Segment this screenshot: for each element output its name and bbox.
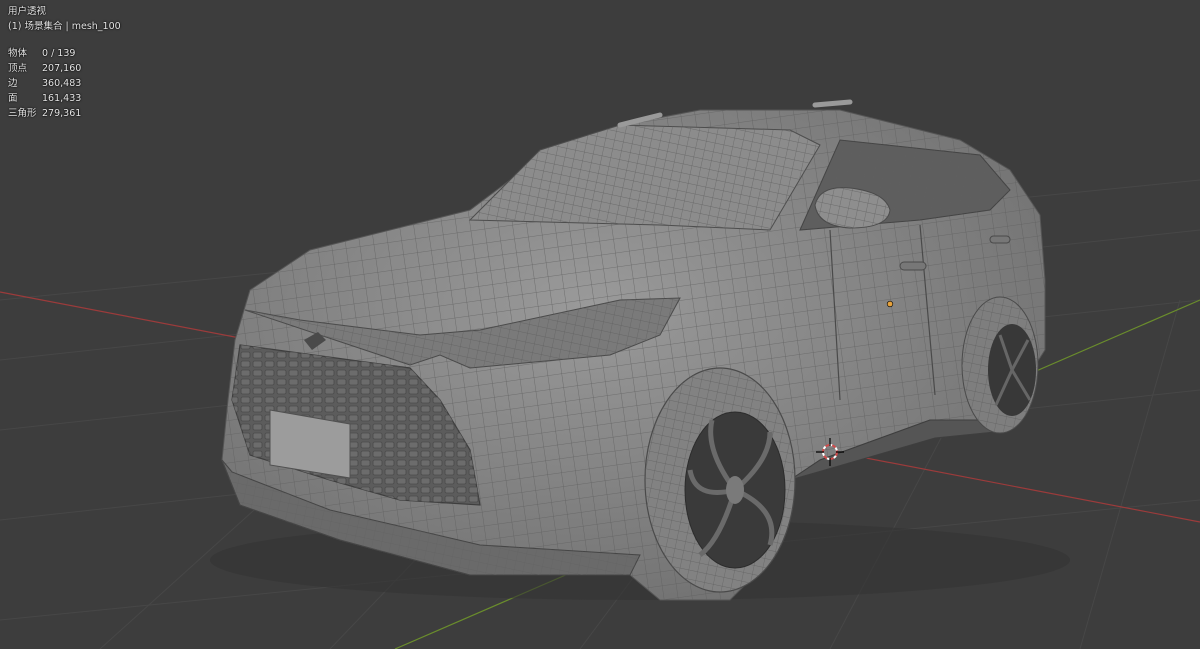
viewport-info-overlay: 用户透视 (1) 场景集合 | mesh_100 物体 0 / 139 顶点 2…	[8, 4, 121, 121]
front-wheel	[644, 367, 796, 593]
stat-value: 161,433	[42, 93, 82, 104]
stat-value: 360,483	[42, 78, 82, 89]
rear-wheel	[961, 296, 1039, 434]
stat-label: 边	[8, 78, 18, 89]
object-origin-icon	[886, 300, 894, 308]
stat-value: 279,361	[42, 108, 82, 119]
stat-label: 顶点	[8, 63, 28, 74]
collection-label: (1) 场景集合 | mesh_100	[8, 21, 121, 32]
stat-label: 面	[8, 93, 18, 104]
stat-value: 207,160	[42, 63, 82, 74]
scene-statistics: 物体 0 / 139 顶点 207,160 边 360,483 面 161,43…	[8, 46, 121, 121]
3d-viewport[interactable]: 用户透视 (1) 场景集合 | mesh_100 物体 0 / 139 顶点 2…	[0, 0, 1200, 649]
stat-value: 0 / 139	[42, 48, 76, 59]
view-name-label: 用户透视	[8, 6, 47, 17]
stat-label: 物体	[8, 48, 28, 59]
viewport-scene[interactable]	[0, 0, 1200, 649]
car-mesh	[210, 99, 1070, 601]
stat-label: 三角形	[8, 108, 37, 119]
